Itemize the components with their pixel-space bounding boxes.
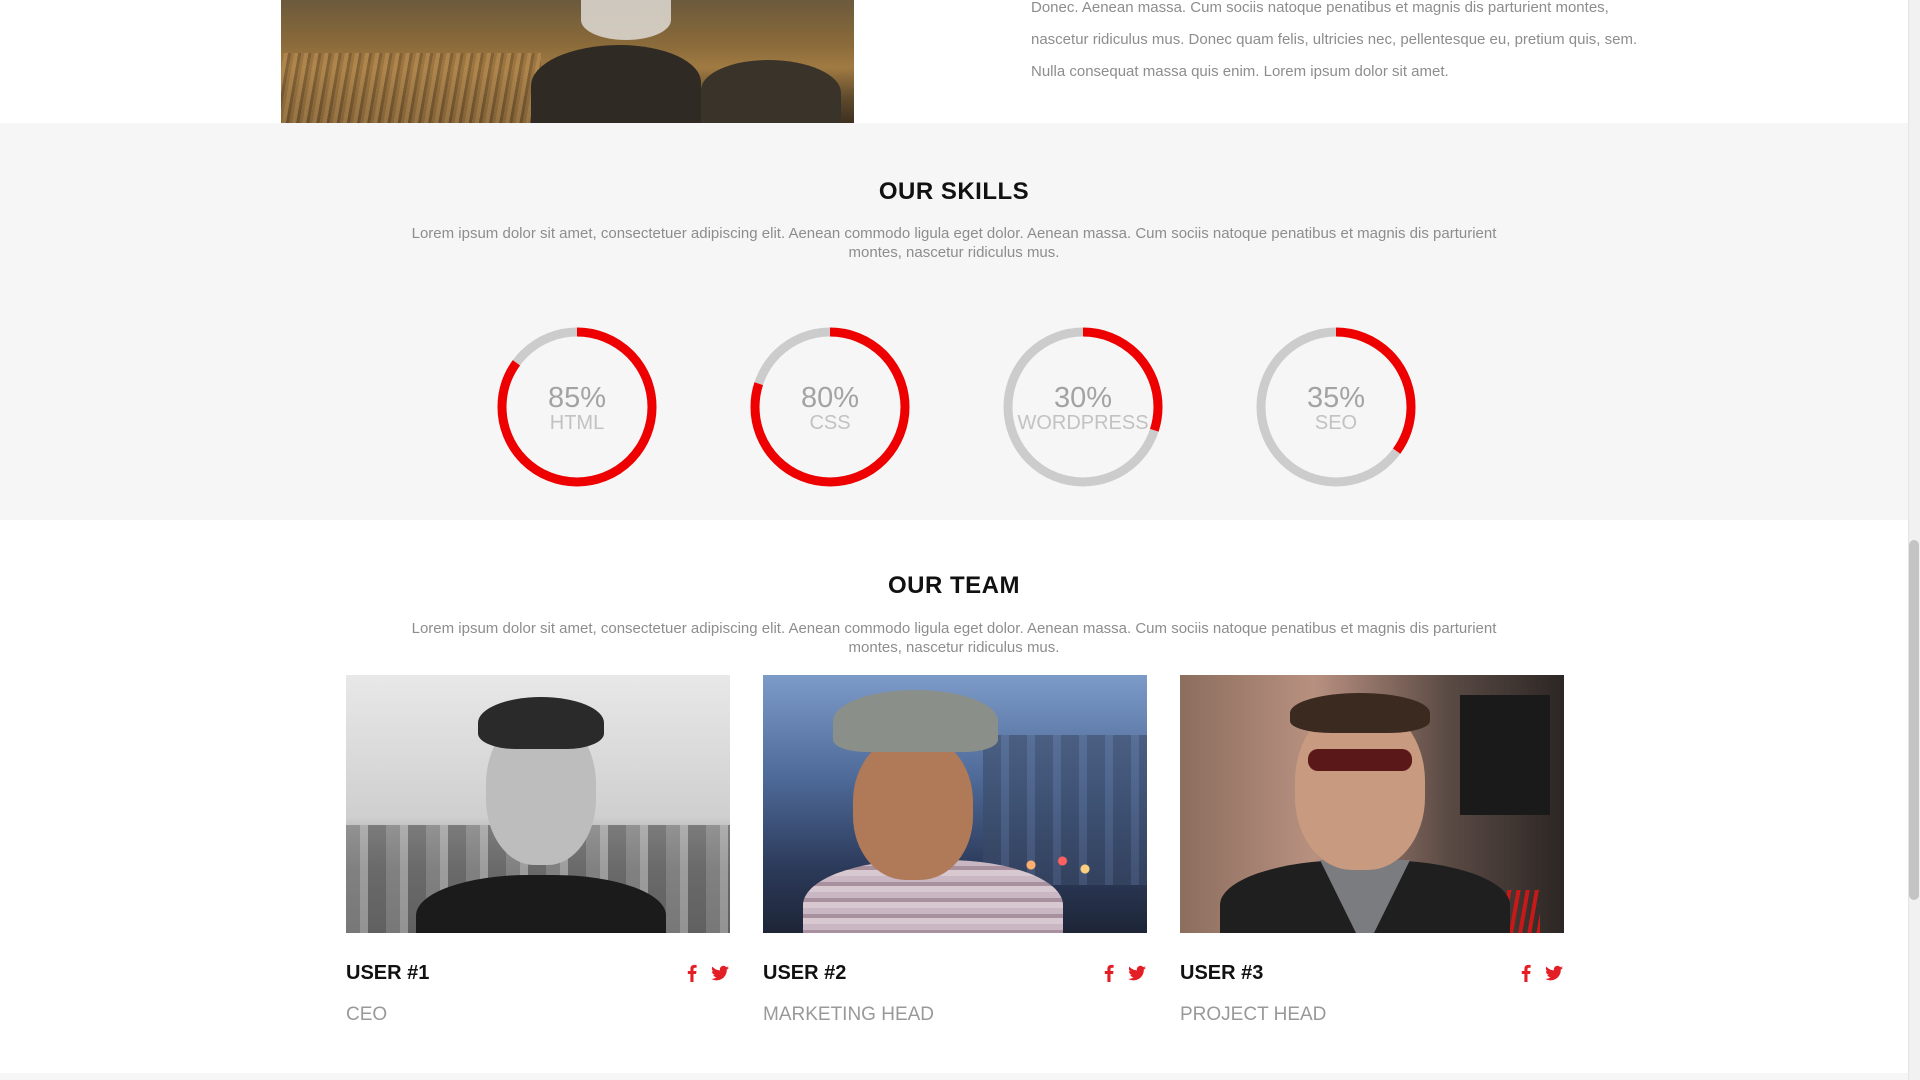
member-role: MARKETING HEAD <box>763 1004 935 1025</box>
team-member-card: USER #3 PROJECT HEAD <box>1180 675 1564 1025</box>
skill-chart-wordpress: 30% WORDPRESS <box>1001 325 1165 489</box>
about-text-line: nascetur ridiculus mus. Donec quam felis… <box>1031 31 1638 48</box>
twitter-icon[interactable] <box>710 963 730 983</box>
member-photo <box>763 675 1147 933</box>
about-text-line: Nulla consequat massa quis enim. Lorem i… <box>1031 63 1449 80</box>
skill-name: WORDPRESS <box>1017 412 1149 434</box>
about-section: Donec. Aenean massa. Cum sociis natoque … <box>0 0 1908 123</box>
about-text-line: Donec. Aenean massa. Cum sociis natoque … <box>1031 0 1609 16</box>
skill-chart-seo: 35% SEO <box>1254 325 1418 489</box>
member-role: PROJECT HEAD <box>1180 1004 1327 1025</box>
social-links <box>682 963 730 983</box>
facebook-icon[interactable] <box>1099 963 1119 983</box>
facebook-icon[interactable] <box>1516 963 1536 983</box>
skills-title: OUR SKILLS <box>878 178 1030 205</box>
skill-chart-css: 80% CSS <box>748 325 912 489</box>
team-section: OUR TEAM Lorem ipsum dolor sit amet, con… <box>0 520 1908 1073</box>
team-member-card: USER #1 CEO <box>346 675 730 1025</box>
member-name: USER #3 <box>1180 962 1264 984</box>
skill-name: HTML <box>549 412 605 434</box>
skill-percent: 85% <box>547 382 607 414</box>
member-photo <box>1180 675 1564 933</box>
member-role: CEO <box>346 1004 388 1025</box>
team-title: OUR TEAM <box>888 572 1020 599</box>
about-text: Donec. Aenean massa. Cum sociis natoque … <box>1031 0 1651 88</box>
team-member-card: USER #2 MARKETING HEAD <box>763 675 1147 1025</box>
member-name: USER #2 <box>763 962 847 984</box>
social-links <box>1516 963 1564 983</box>
about-image <box>281 0 854 123</box>
member-name: USER #1 <box>346 962 430 984</box>
social-links <box>1099 963 1147 983</box>
facebook-icon[interactable] <box>682 963 702 983</box>
skill-percent: 80% <box>800 382 860 414</box>
next-section-edge <box>0 1073 1908 1080</box>
skills-section: OUR SKILLS Lorem ipsum dolor sit amet, c… <box>0 123 1908 520</box>
skill-name: CSS <box>809 412 851 434</box>
team-description: Lorem ipsum dolor sit amet, consectetuer… <box>411 620 1497 656</box>
scrollbar[interactable] <box>1908 0 1920 1080</box>
skill-chart-html: 85% HTML <box>495 325 659 489</box>
skills-description: Lorem ipsum dolor sit amet, consectetuer… <box>411 225 1497 261</box>
skill-name: SEO <box>1314 412 1358 434</box>
member-photo <box>346 675 730 933</box>
scrollbar-thumb[interactable] <box>1909 540 1919 900</box>
skill-percent: 30% <box>1053 382 1113 414</box>
twitter-icon[interactable] <box>1544 963 1564 983</box>
twitter-icon[interactable] <box>1127 963 1147 983</box>
skill-percent: 35% <box>1306 382 1366 414</box>
